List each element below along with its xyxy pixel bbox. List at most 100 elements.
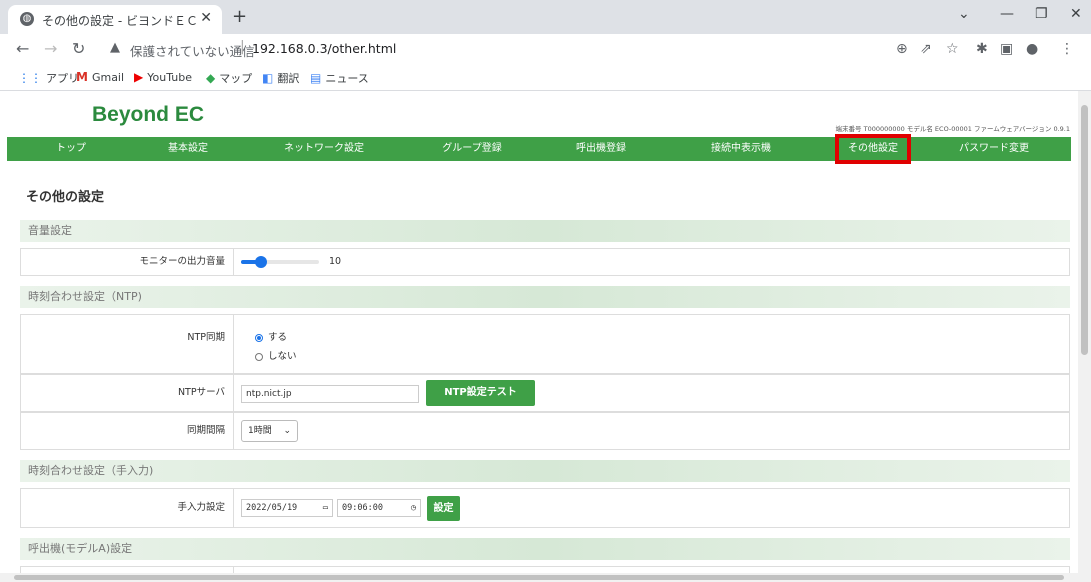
- bookmark-label: ニュース: [325, 72, 369, 85]
- sync-interval-label: 同期間隔: [21, 413, 234, 449]
- bookmark-label: YouTube: [147, 71, 192, 84]
- date-value: 2022/05/19: [246, 503, 298, 513]
- volume-slider[interactable]: [241, 256, 319, 268]
- manual-set-button[interactable]: 設定: [427, 496, 460, 521]
- sync-interval-select[interactable]: 1時間 ⌄: [241, 420, 298, 442]
- address-bar[interactable]: ▲ 保護されていない通信 | 192.168.0.3/other.html: [100, 37, 870, 61]
- ntp-server-input[interactable]: ntp.nict.jp: [241, 385, 419, 403]
- form-row-monitor-volume: モニターの出力音量 10: [20, 248, 1070, 276]
- separator: |: [240, 39, 245, 55]
- translate-icon: ◧: [262, 71, 274, 85]
- warning-icon: ▲: [110, 40, 120, 55]
- ntp-server-control: ntp.nict.jp NTP設定テスト: [241, 375, 1069, 411]
- calendar-icon[interactable]: ▭: [323, 500, 328, 516]
- clock-icon[interactable]: ◷: [411, 500, 416, 516]
- section-manual-time: 時刻合わせ設定（手入力): [20, 460, 1070, 482]
- time-input[interactable]: 09:06:00 ◷: [337, 499, 421, 517]
- time-value: 09:06:00: [342, 503, 383, 513]
- select-value: 1時間: [248, 426, 272, 436]
- page-content: Beyond EC 端末番号 T000000000 モデル名 ECO-00001…: [0, 91, 1078, 573]
- sync-interval-control: 1時間 ⌄: [241, 413, 1069, 449]
- ntp-test-button[interactable]: NTP設定テスト: [426, 380, 535, 406]
- radio-dot: [255, 333, 263, 342]
- minimize-icon[interactable]: —: [1000, 6, 1014, 22]
- star-icon[interactable]: ☆: [946, 41, 959, 57]
- nav-group-registration[interactable]: グループ登録: [407, 137, 537, 161]
- window-close-icon[interactable]: ✕: [1070, 6, 1082, 22]
- form-row-manual-time: 手入力設定 2022/05/19 ▭ 09:06:00 ◷ 設定: [20, 488, 1070, 528]
- vertical-scrollbar[interactable]: [1078, 91, 1091, 573]
- monitor-volume-label: モニターの出力音量: [21, 249, 234, 275]
- sidepanel-icon[interactable]: ▣: [1000, 41, 1013, 57]
- brand-logo: Beyond EC: [92, 103, 205, 126]
- form-row-ntp-server: NTPサーバ ntp.nict.jp NTP設定テスト: [20, 374, 1070, 412]
- ntp-sync-yes-radio[interactable]: する: [255, 329, 287, 343]
- new-tab-icon[interactable]: +: [232, 6, 247, 27]
- nav-basic-settings[interactable]: 基本設定: [135, 137, 241, 161]
- back-icon[interactable]: ←: [16, 39, 29, 58]
- section-caller-model-a: 呼出機(モデルA)設定: [20, 538, 1070, 560]
- ntp-sync-no-radio[interactable]: しない: [255, 348, 297, 362]
- nav-password-change[interactable]: パスワード変更: [917, 137, 1071, 161]
- apps-icon: ⋮⋮: [18, 71, 42, 85]
- bookmark-apps[interactable]: ⋮⋮ アプリ: [18, 70, 79, 86]
- horizontal-scrollbar[interactable]: [0, 573, 1091, 582]
- menu-icon[interactable]: ⋮: [1060, 41, 1074, 57]
- scrollbar-thumb[interactable]: [1081, 105, 1088, 355]
- page-title: その他の設定: [26, 190, 105, 205]
- section-volume: 音量設定: [20, 220, 1070, 242]
- nav-network-settings[interactable]: ネットワーク設定: [241, 137, 407, 161]
- bookmark-label: マップ: [219, 72, 253, 85]
- section-ntp: 時刻合わせ設定（NTP): [20, 286, 1070, 308]
- volume-slider-handle[interactable]: [254, 256, 267, 268]
- chevron-down-icon: ⌄: [283, 426, 291, 436]
- bookmark-translate[interactable]: ◧ 翻訳: [262, 70, 299, 86]
- radio-label: しない: [268, 351, 297, 362]
- nav-other-settings[interactable]: その他設定: [835, 134, 911, 164]
- date-input[interactable]: 2022/05/19 ▭: [241, 499, 333, 517]
- ntp-sync-label: NTP同期: [21, 315, 234, 373]
- form-row-ntp-sync: NTP同期 する しない: [20, 314, 1070, 374]
- reload-icon[interactable]: ↻: [72, 39, 85, 58]
- globe-icon: ◍: [20, 12, 34, 26]
- nav-connected-displays[interactable]: 接続中表示機: [665, 137, 817, 161]
- bookmark-label: Gmail: [91, 71, 125, 84]
- manual-time-control: 2022/05/19 ▭ 09:06:00 ◷ 設定: [241, 489, 1069, 527]
- bookmark-news[interactable]: ▤ ニュース: [310, 70, 369, 86]
- device-info: 端末番号 T000000000 モデル名 ECO-00001 ファームウェアバー…: [835, 125, 1070, 133]
- zoom-icon[interactable]: ⊕: [896, 41, 908, 57]
- radio-label: する: [268, 332, 288, 343]
- volume-value: 10: [329, 256, 342, 267]
- restore-icon[interactable]: ❐: [1035, 6, 1048, 22]
- ntp-server-label: NTPサーバ: [21, 375, 234, 411]
- extensions-icon[interactable]: ✱: [976, 41, 988, 57]
- bookmark-label: 翻訳: [277, 72, 300, 85]
- bookmarks-bar: ⋮⋮ アプリ M Gmail ▶ YouTube ◆ マップ ◧ 翻訳 ▤ ニュース: [0, 64, 1091, 91]
- tab-search-icon[interactable]: ⌄: [958, 6, 970, 22]
- monitor-volume-control: 10: [241, 249, 1069, 275]
- bookmark-gmail[interactable]: M Gmail: [76, 70, 124, 84]
- url-text[interactable]: 192.168.0.3/other.html: [252, 41, 396, 56]
- security-label[interactable]: 保護されていない通信: [130, 41, 255, 60]
- radio-dot: [255, 352, 263, 361]
- form-row-sync-interval: 同期間隔 1時間 ⌄: [20, 412, 1070, 450]
- maps-icon: ◆: [206, 71, 216, 85]
- bookmark-label: アプリ: [46, 72, 79, 85]
- close-tab-icon[interactable]: ✕: [200, 10, 212, 26]
- form-row-caller: [20, 566, 1070, 573]
- browser-tab[interactable]: ◍ その他の設定 - ビヨンドＥＣ ✕: [8, 5, 222, 34]
- ntp-sync-options: する しない: [241, 315, 1069, 373]
- bookmark-youtube[interactable]: ▶ YouTube: [134, 70, 192, 84]
- share-icon[interactable]: ⇗: [920, 41, 932, 57]
- profile-icon[interactable]: ●: [1026, 41, 1038, 57]
- news-icon: ▤: [310, 71, 322, 85]
- gmail-icon: M: [76, 70, 88, 84]
- manual-time-label: 手入力設定: [21, 489, 234, 527]
- nav-top[interactable]: トップ: [7, 137, 135, 161]
- nav-caller-registration[interactable]: 呼出機登録: [537, 137, 665, 161]
- tab-title: その他の設定 - ビヨンドＥＣ: [42, 14, 198, 28]
- scrollbar-thumb[interactable]: [14, 575, 1064, 580]
- forward-icon[interactable]: →: [44, 39, 57, 58]
- bookmark-maps[interactable]: ◆ マップ: [206, 70, 252, 86]
- browser-toolbar: ← → ↻ ▲ 保護されていない通信 | 192.168.0.3/other.h…: [0, 34, 1091, 64]
